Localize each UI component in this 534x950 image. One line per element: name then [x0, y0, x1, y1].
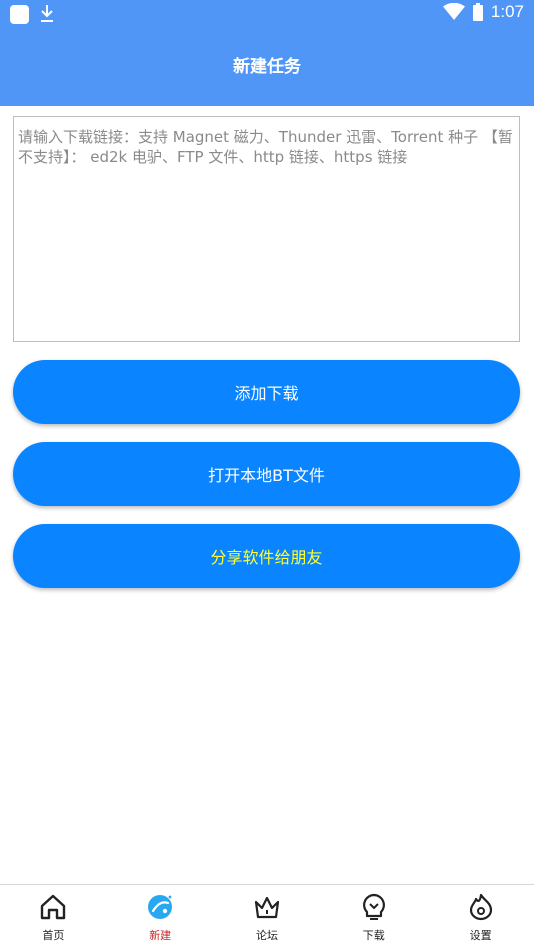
tab-forum[interactable]: 论坛: [214, 885, 321, 950]
add-download-button[interactable]: 添加下载: [13, 360, 520, 424]
app-notification-icon: [10, 4, 29, 24]
status-bar: 1:07: [0, 0, 534, 30]
battery-icon: [472, 3, 483, 21]
flame-icon: [469, 893, 492, 921]
tab-settings[interactable]: 设置: [427, 885, 534, 950]
status-time: 1:07: [490, 2, 524, 21]
home-icon: [41, 894, 66, 920]
tab-new-label: 新建: [149, 929, 172, 942]
tab-download[interactable]: 下载: [320, 885, 427, 950]
open-local-bt-file-button[interactable]: 打开本地BT文件: [13, 442, 520, 506]
tab-forum-label: 论坛: [255, 929, 278, 942]
status-right: 1:07: [442, 2, 524, 22]
share-app-button[interactable]: 分享软件给朋友: [13, 524, 520, 588]
page-title: 新建任务: [233, 57, 301, 77]
tab-settings-label: 设置: [469, 929, 492, 942]
status-left: [10, 4, 55, 24]
tab-home[interactable]: 首页: [0, 885, 107, 950]
lightbulb-icon: [362, 893, 385, 920]
tab-download-label: 下载: [362, 929, 385, 942]
bottom-tab-bar: 首页 新建 论坛 下载 设置: [0, 884, 534, 950]
planet-icon: [148, 895, 173, 919]
wifi-icon: [442, 3, 465, 20]
crown-icon: [254, 896, 280, 919]
tab-new[interactable]: 新建: [107, 885, 214, 950]
download-link-input[interactable]: [13, 116, 520, 342]
app-bar: 新建任务: [0, 30, 534, 106]
download-icon: [41, 5, 53, 22]
tab-home-label: 首页: [42, 929, 65, 942]
